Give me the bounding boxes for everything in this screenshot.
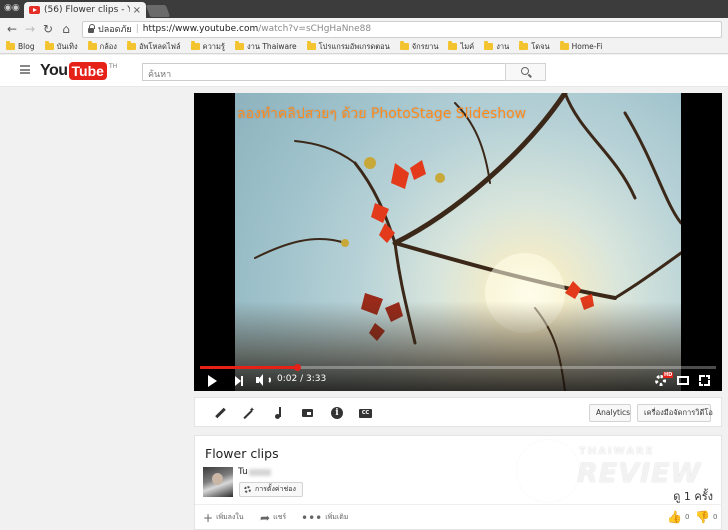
time-display: 0:02 / 3:33	[277, 374, 327, 384]
bookmark-item[interactable]: อัพโหลดไฟล์	[126, 41, 181, 53]
folder-icon	[448, 41, 458, 50]
folder-icon	[399, 41, 409, 50]
like-button[interactable]: 👍 0	[667, 510, 689, 524]
home-icon[interactable]: ⌂	[58, 22, 74, 36]
video-manager-button[interactable]: เครื่องมือจัดการวิดีโอ	[637, 404, 713, 422]
url-host: https://www.youtube.com	[142, 24, 259, 34]
video-caption: ลองทำคลิปสวยๆ ด้วย PhotoStage Slideshow	[237, 106, 527, 122]
youtube-masthead: You Tube TH ค้นหา	[0, 55, 728, 87]
url-path: /watch?v=sCHgHaNne88	[258, 24, 372, 34]
folder-icon	[190, 41, 200, 50]
folder-icon	[306, 41, 316, 50]
address-bar[interactable]: ปลอดภัย | https://www.youtube.com/watch?…	[82, 20, 722, 38]
browser-tab[interactable]: (56) Flower clips - YouTu ×	[24, 2, 146, 18]
hd-badge: HD	[663, 372, 674, 378]
bookmarks-bar: Blog บันเทิง กล้อง อัพโหลดไฟล์ ความรู้ ง…	[0, 40, 728, 54]
folder-icon	[6, 41, 15, 50]
bookmark-item[interactable]: Blog	[6, 41, 35, 51]
share-arrow-icon: ➦	[260, 510, 271, 525]
enhancements-wand-icon[interactable]	[242, 404, 255, 419]
more-button[interactable]: ••• เพิ่มเติม	[301, 510, 348, 525]
bookmark-item[interactable]: กล้อง	[87, 41, 117, 53]
bookmark-item[interactable]: งาน	[484, 41, 509, 53]
folder-icon	[126, 41, 136, 50]
new-tab-button[interactable]	[145, 5, 171, 17]
youtube-logo[interactable]: You Tube TH	[40, 62, 117, 80]
url-separator: |	[135, 24, 139, 34]
browser-toolbar: ← → ↻ ⌂ ปลอดภัย | https://www.youtube.co…	[0, 18, 728, 40]
progress-bar[interactable]	[200, 364, 716, 371]
folder-icon	[559, 41, 569, 50]
video-frame	[235, 93, 681, 391]
progress-fill	[200, 364, 302, 371]
bookmark-item[interactable]: บันเทิง	[44, 41, 78, 53]
search-button[interactable]	[505, 63, 546, 81]
search-input[interactable]: ค้นหา	[142, 63, 506, 81]
edit-pencil-icon[interactable]	[214, 407, 226, 419]
next-icon[interactable]	[235, 376, 243, 386]
reload-icon[interactable]: ↻	[40, 22, 56, 36]
bookmark-item[interactable]: โปรแกรมอัพเกรดตอน	[306, 41, 390, 53]
back-arrow-icon[interactable]: ←	[4, 22, 20, 36]
end-screen-card-icon[interactable]	[302, 407, 314, 419]
video-title: Flower clips	[205, 446, 279, 461]
tab-close-icon[interactable]: ×	[133, 5, 141, 16]
channel-avatar[interactable]	[203, 467, 233, 497]
bookmark-item[interactable]: จักรยาน	[399, 41, 438, 53]
search-icon	[521, 67, 529, 75]
channel-name[interactable]: Tu	[238, 467, 248, 477]
creator-bar: Analytics เครื่องมือจัดการวิดีโอ	[194, 397, 722, 427]
folder-icon	[234, 41, 244, 50]
youtube-favicon-icon	[29, 6, 40, 14]
dislike-button[interactable]: 👎 0	[695, 510, 717, 524]
gear-icon	[244, 486, 251, 493]
forward-arrow-icon[interactable]: →	[22, 22, 38, 36]
action-row: + เพิ่มลงใน ➦ แชร์ ••• เพิ่มเติม 👍 0 👎 0	[195, 504, 723, 530]
thumbs-up-icon: 👍	[667, 510, 682, 524]
info-cards-icon[interactable]	[331, 407, 343, 419]
region-code: TH	[108, 63, 118, 70]
browser-tab-strip: ◉◉ (56) Flower clips - YouTu ×	[0, 0, 728, 18]
video-info-panel: Flower clips Tu การตั้งค่าช่อง ดู 1 ครั้…	[194, 435, 723, 530]
more-dots-icon: •••	[301, 510, 323, 525]
bookmark-item[interactable]: งาน Thaiware	[234, 41, 297, 53]
plus-icon: +	[203, 510, 214, 525]
analytics-button[interactable]: Analytics	[589, 404, 631, 422]
folder-icon	[519, 41, 529, 50]
bookmark-item[interactable]: โดจน	[519, 41, 550, 53]
folder-icon	[87, 41, 97, 50]
bookmark-item[interactable]: ไมค์	[448, 41, 474, 53]
video-player[interactable]: ลองทำคลิปสวยๆ ด้วย PhotoStage Slideshow …	[194, 93, 722, 391]
folder-icon	[44, 41, 54, 50]
theater-mode-icon[interactable]	[677, 376, 689, 385]
menu-icon[interactable]	[20, 65, 30, 74]
lock-icon	[88, 24, 95, 33]
folder-icon	[484, 41, 494, 50]
play-icon[interactable]	[208, 375, 217, 387]
tab-title: (56) Flower clips - YouTu	[44, 5, 130, 15]
channel-name-redacted	[249, 469, 271, 476]
volume-icon[interactable]	[256, 374, 271, 386]
audio-music-note-icon[interactable]	[273, 407, 285, 419]
share-button[interactable]: ➦ แชร์	[260, 510, 286, 525]
secure-label: ปลอดภัย	[98, 25, 132, 35]
view-count: ดู 1 ครั้ง	[673, 490, 713, 503]
thumbs-down-icon: 👎	[695, 510, 710, 524]
incognito-icon: ◉◉	[4, 3, 20, 13]
bookmark-item[interactable]: Home-Fi	[559, 41, 602, 51]
add-to-button[interactable]: + เพิ่มลงใน	[203, 510, 244, 525]
channel-settings-button[interactable]: การตั้งค่าช่อง	[239, 482, 303, 497]
subtitles-cc-icon[interactable]	[359, 407, 372, 419]
bookmark-item[interactable]: ความรู้	[190, 41, 225, 53]
fullscreen-icon[interactable]	[699, 375, 710, 386]
